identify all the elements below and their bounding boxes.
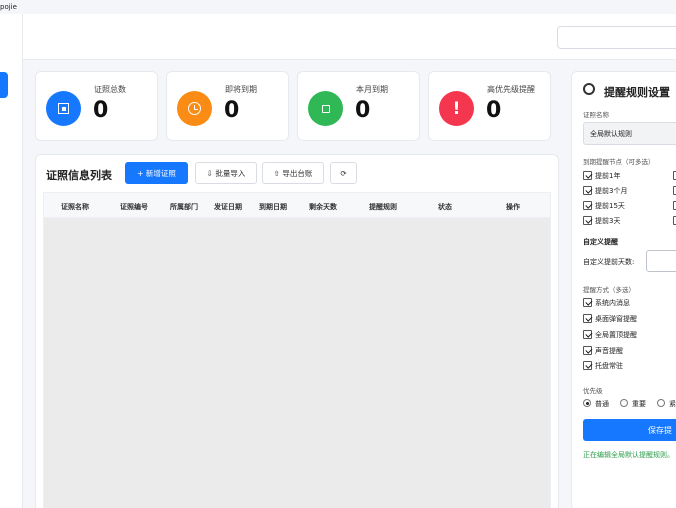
priority-radio-label: 普通 xyxy=(595,400,609,408)
stat-value: 0 xyxy=(355,98,371,123)
app-title: pojie xyxy=(0,3,17,11)
priority-radio-label: 紧 xyxy=(669,400,676,408)
method-checkbox-label: 声音提醒 xyxy=(595,347,623,355)
column-header[interactable]: 到期日期 xyxy=(259,202,287,212)
node-checkbox-label: 提前15天 xyxy=(595,202,625,210)
priority-radio[interactable] xyxy=(657,399,665,407)
stat-label: 本月到期 xyxy=(356,85,388,94)
priority-radio[interactable] xyxy=(583,399,591,407)
custom-reminder-title: 自定义提醒 xyxy=(583,238,618,246)
methods-label: 提醒方式（多选） xyxy=(583,286,635,294)
title-bar xyxy=(0,0,676,14)
column-header[interactable]: 证照编号 xyxy=(120,202,148,212)
table-body[interactable] xyxy=(43,218,551,508)
custom-days-label: 自定义提前天数: xyxy=(583,258,635,266)
method-checkbox-label: 全局置顶提醒 xyxy=(595,331,637,339)
add-cert-button[interactable]: + 新增证照 xyxy=(125,162,188,184)
stat-card-total: 证照总数 0 xyxy=(35,71,158,141)
method-checkbox-label: 托盘常驻 xyxy=(595,362,623,370)
stat-label: 即将到期 xyxy=(225,85,257,94)
nodes-label: 到期提醒节点（可多选） xyxy=(583,158,655,166)
priority-label: 优先级 xyxy=(583,387,603,395)
stat-label: 证照总数 xyxy=(94,85,126,94)
refresh-icon[interactable]: ⟳ xyxy=(330,162,357,184)
column-header[interactable]: 剩余天数 xyxy=(309,202,337,212)
method-checkbox-label: 桌面弹窗提醒 xyxy=(595,315,637,323)
stat-value: 0 xyxy=(224,98,240,123)
column-header[interactable]: 证照名称 xyxy=(61,202,89,212)
square-target-icon xyxy=(46,91,81,126)
method-checkbox[interactable] xyxy=(583,361,592,370)
rule-panel-title: 提醒规则设置 xyxy=(604,86,670,99)
column-header[interactable]: 提醒规则 xyxy=(369,202,397,212)
stat-value: 0 xyxy=(93,98,109,123)
node-checkbox[interactable] xyxy=(583,186,592,195)
status-message: 正在编辑全局默认提醒规则。 xyxy=(583,451,674,459)
node-checkbox-label: 提前3天 xyxy=(595,217,621,225)
column-header[interactable]: 发证日期 xyxy=(214,202,242,212)
cert-name-label: 证照名称 xyxy=(583,111,609,119)
method-checkbox-label: 系统内消息 xyxy=(595,299,630,307)
calendar-square-icon xyxy=(308,91,343,126)
column-header[interactable]: 状态 xyxy=(438,202,452,212)
priority-radio-label: 重要 xyxy=(632,400,646,408)
stat-label: 高优先级提醒 xyxy=(487,85,535,94)
custom-days-input[interactable] xyxy=(646,250,676,272)
method-checkbox[interactable] xyxy=(583,330,592,339)
column-header[interactable]: 操作 xyxy=(506,202,520,212)
method-checkbox[interactable] xyxy=(583,346,592,355)
table-header: 证照名称 证照编号 所属部门 发证日期 到期日期 剩余天数 提醒规则 状态 操作 xyxy=(43,192,551,218)
column-header[interactable]: 所属部门 xyxy=(170,202,198,212)
node-checkbox-label: 提前1年 xyxy=(595,172,621,180)
method-checkbox[interactable] xyxy=(583,314,592,323)
stat-value: 0 xyxy=(486,98,502,123)
method-checkbox[interactable] xyxy=(583,298,592,307)
exclamation-icon: ! xyxy=(439,91,474,126)
stat-card-priority: ! 高优先级提醒 0 xyxy=(428,71,551,141)
batch-import-button[interactable]: ⇩ 批量导入 xyxy=(195,162,257,184)
stat-card-expiring: 即将到期 0 xyxy=(166,71,289,141)
stat-card-month: 本月到期 0 xyxy=(297,71,420,141)
save-rule-button-label: 保存提 xyxy=(648,426,672,435)
node-checkbox-label: 提前3个月 xyxy=(595,187,628,195)
node-checkbox[interactable] xyxy=(583,171,592,180)
node-checkbox[interactable] xyxy=(583,201,592,210)
priority-radio[interactable] xyxy=(620,399,628,407)
clock-icon xyxy=(177,91,212,126)
table-title: 证照信息列表 xyxy=(46,169,112,182)
node-checkbox[interactable] xyxy=(583,216,592,225)
export-button[interactable]: ⇧ 导出台账 xyxy=(262,162,324,184)
sidebar-active-item[interactable] xyxy=(0,72,8,98)
header-search-input[interactable] xyxy=(557,26,676,49)
cert-name-select-value: 全局默认规则 xyxy=(590,130,632,138)
gear-icon xyxy=(583,83,595,95)
